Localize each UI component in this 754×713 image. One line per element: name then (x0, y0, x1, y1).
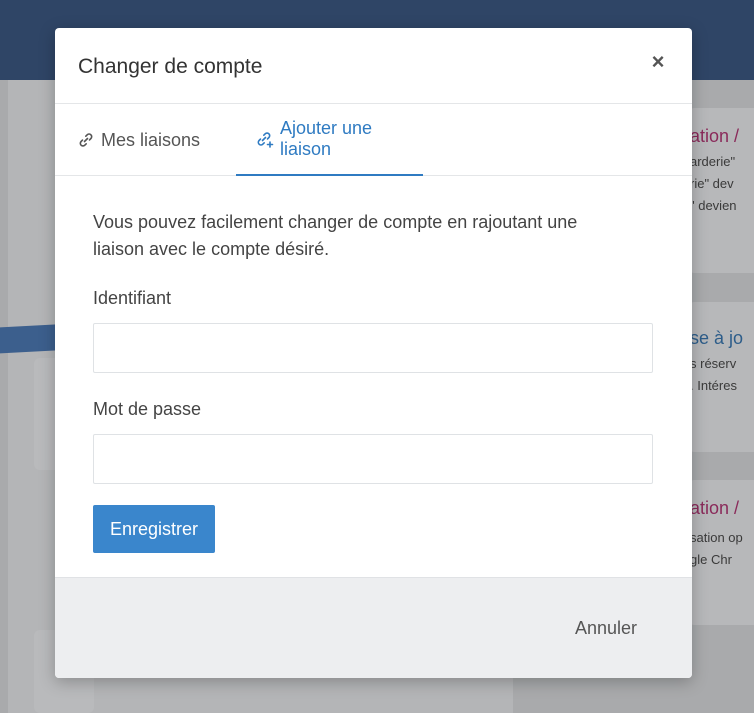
add-link-icon (256, 130, 274, 148)
news-card-line: gle Chr (690, 552, 732, 567)
news-card-line: " devien (690, 198, 737, 213)
switch-account-dialog: Changer de compte × Mes liaisons Ajouter… (55, 28, 692, 678)
dialog-tabs: Mes liaisons Ajouter une liaison (55, 104, 692, 176)
password-label: Mot de passe (93, 399, 202, 419)
save-button[interactable]: Enregistrer (93, 505, 216, 553)
news-card: ation / arderie" rie" dev " devien (690, 108, 754, 273)
dialog-title: Changer de compte (78, 55, 263, 78)
news-card-title: ation / (690, 126, 740, 146)
dialog-body: Vous pouvez facilement changer de compte… (55, 209, 692, 553)
dialog-header: Changer de compte × (55, 28, 692, 104)
link-icon (77, 131, 95, 149)
intro-text: Vous pouvez facilement changer de compte… (93, 212, 578, 259)
identifier-label: Identifiant (93, 288, 172, 308)
dialog-footer: Annuler (55, 577, 692, 678)
news-card-line: rie" dev (690, 176, 734, 191)
tab-my-links[interactable]: Mes liaisons (77, 104, 200, 176)
news-card-line: . Intéres (690, 378, 737, 393)
identifier-input[interactable] (93, 323, 653, 373)
news-card-title: se à jo (690, 328, 744, 348)
tab-add-link[interactable]: Ajouter une liaison (236, 104, 423, 176)
cancel-button[interactable]: Annuler (575, 618, 637, 639)
tab-label: Mes liaisons (101, 129, 201, 150)
news-card-title: ation / (690, 498, 740, 518)
close-icon[interactable]: × (646, 50, 670, 74)
tab-label: Ajouter une liaison (280, 118, 373, 159)
news-card: ation / sation op gle Chr (690, 480, 754, 625)
news-card-line: sation op (690, 530, 743, 545)
news-card-line: s réserv (690, 356, 737, 371)
password-input[interactable] (93, 434, 653, 484)
news-card-line: arderie" (690, 154, 736, 169)
news-card: se à jo s réserv . Intéres (690, 302, 754, 452)
